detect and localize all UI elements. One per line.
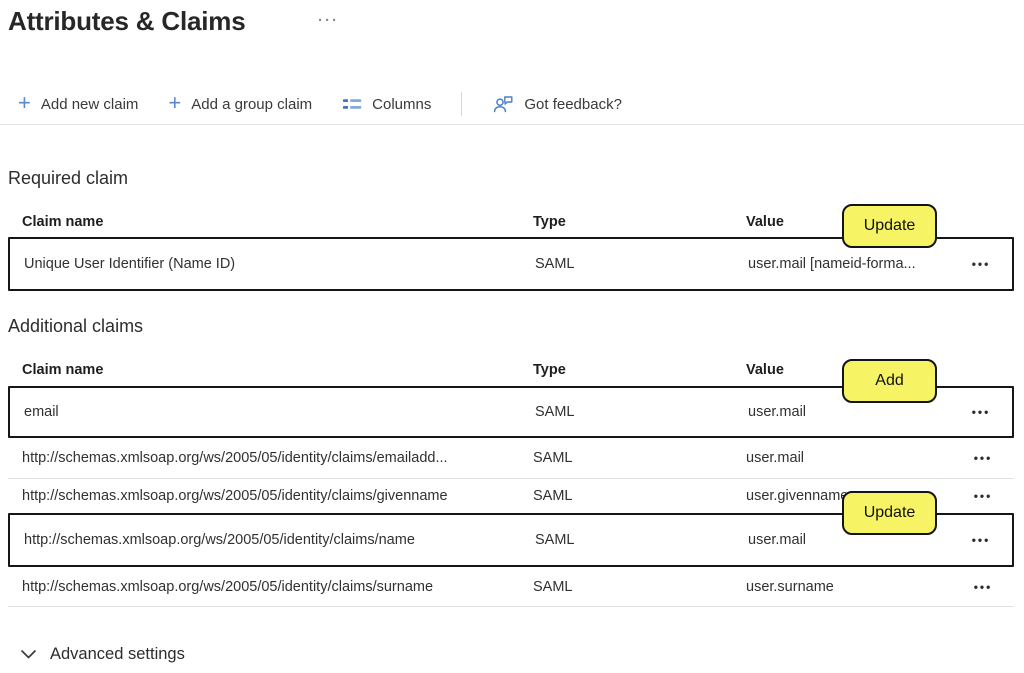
got-feedback-button[interactable]: Got feedback? [492, 94, 622, 114]
claim-value-cell: user.mail [748, 404, 950, 420]
claim-value-cell: user.mail [nameid-forma... [748, 256, 950, 272]
row-context-menu-icon[interactable]: ••• [972, 405, 991, 419]
got-feedback-label: Got feedback? [524, 96, 622, 113]
columns-button[interactable]: Columns [342, 96, 431, 113]
claim-value-cell: user.surname [746, 579, 952, 595]
column-header-type: Type [533, 362, 746, 378]
row-context-menu-icon[interactable]: ••• [974, 489, 993, 503]
page-overflow-menu-icon[interactable]: ··· [318, 12, 339, 29]
claim-name-cell[interactable]: Unique User Identifier (Name ID) [10, 256, 535, 272]
claim-type-cell: SAML [533, 488, 746, 504]
claim-type-cell: SAML [535, 256, 748, 272]
add-new-claim-label: Add new claim [41, 96, 139, 113]
required-claim-heading: Required claim [8, 168, 128, 189]
row-context-menu-icon[interactable]: ••• [974, 580, 993, 594]
table-row-surname[interactable]: http://schemas.xmlsoap.org/ws/2005/05/id… [8, 567, 1014, 607]
add-group-claim-button[interactable]: + Add a group claim [168, 94, 312, 114]
annotation-note-add-email: Add [842, 359, 937, 403]
chevron-down-icon [20, 648, 37, 660]
claim-name-cell[interactable]: http://schemas.xmlsoap.org/ws/2005/05/id… [10, 532, 535, 548]
row-context-menu-icon[interactable]: ••• [972, 257, 991, 271]
command-bar: + Add new claim + Add a group claim Colu… [18, 88, 622, 120]
advanced-settings-label: Advanced settings [50, 645, 185, 664]
annotation-note-update-name: Update [842, 491, 937, 535]
additional-claims-heading: Additional claims [8, 316, 143, 337]
claim-type-cell: SAML [533, 579, 746, 595]
advanced-settings-toggle[interactable]: Advanced settings [20, 641, 185, 667]
claim-type-cell: SAML [535, 404, 748, 420]
claim-name-cell[interactable]: email [10, 404, 535, 420]
toolbar-divider [461, 92, 462, 116]
plus-icon: + [168, 93, 181, 113]
add-group-claim-label: Add a group claim [191, 96, 312, 113]
page-title: Attributes & Claims [8, 6, 245, 37]
columns-icon [342, 97, 362, 112]
claim-name-cell[interactable]: http://schemas.xmlsoap.org/ws/2005/05/id… [8, 488, 533, 504]
toolbar-separator [0, 124, 1024, 125]
claim-name-cell[interactable]: http://schemas.xmlsoap.org/ws/2005/05/id… [8, 450, 533, 466]
row-context-menu-icon[interactable]: ••• [974, 451, 993, 465]
column-header-type: Type [533, 214, 746, 230]
claim-name-cell[interactable]: http://schemas.xmlsoap.org/ws/2005/05/id… [8, 579, 533, 595]
row-context-menu-icon[interactable]: ••• [972, 533, 991, 547]
column-header-claim-name: Claim name [8, 362, 533, 378]
feedback-icon [492, 94, 514, 114]
annotation-note-update-required: Update [842, 204, 937, 248]
plus-icon: + [18, 93, 31, 113]
attributes-claims-page: Attributes & Claims ··· + Add new claim … [0, 0, 1024, 673]
column-header-claim-name: Claim name [8, 214, 533, 230]
add-new-claim-button[interactable]: + Add new claim [18, 94, 138, 114]
columns-label: Columns [372, 96, 431, 113]
claim-type-cell: SAML [533, 450, 746, 466]
claim-type-cell: SAML [535, 532, 748, 548]
claim-value-cell: user.mail [746, 450, 952, 466]
table-row-emailaddress[interactable]: http://schemas.xmlsoap.org/ws/2005/05/id… [8, 438, 1014, 479]
